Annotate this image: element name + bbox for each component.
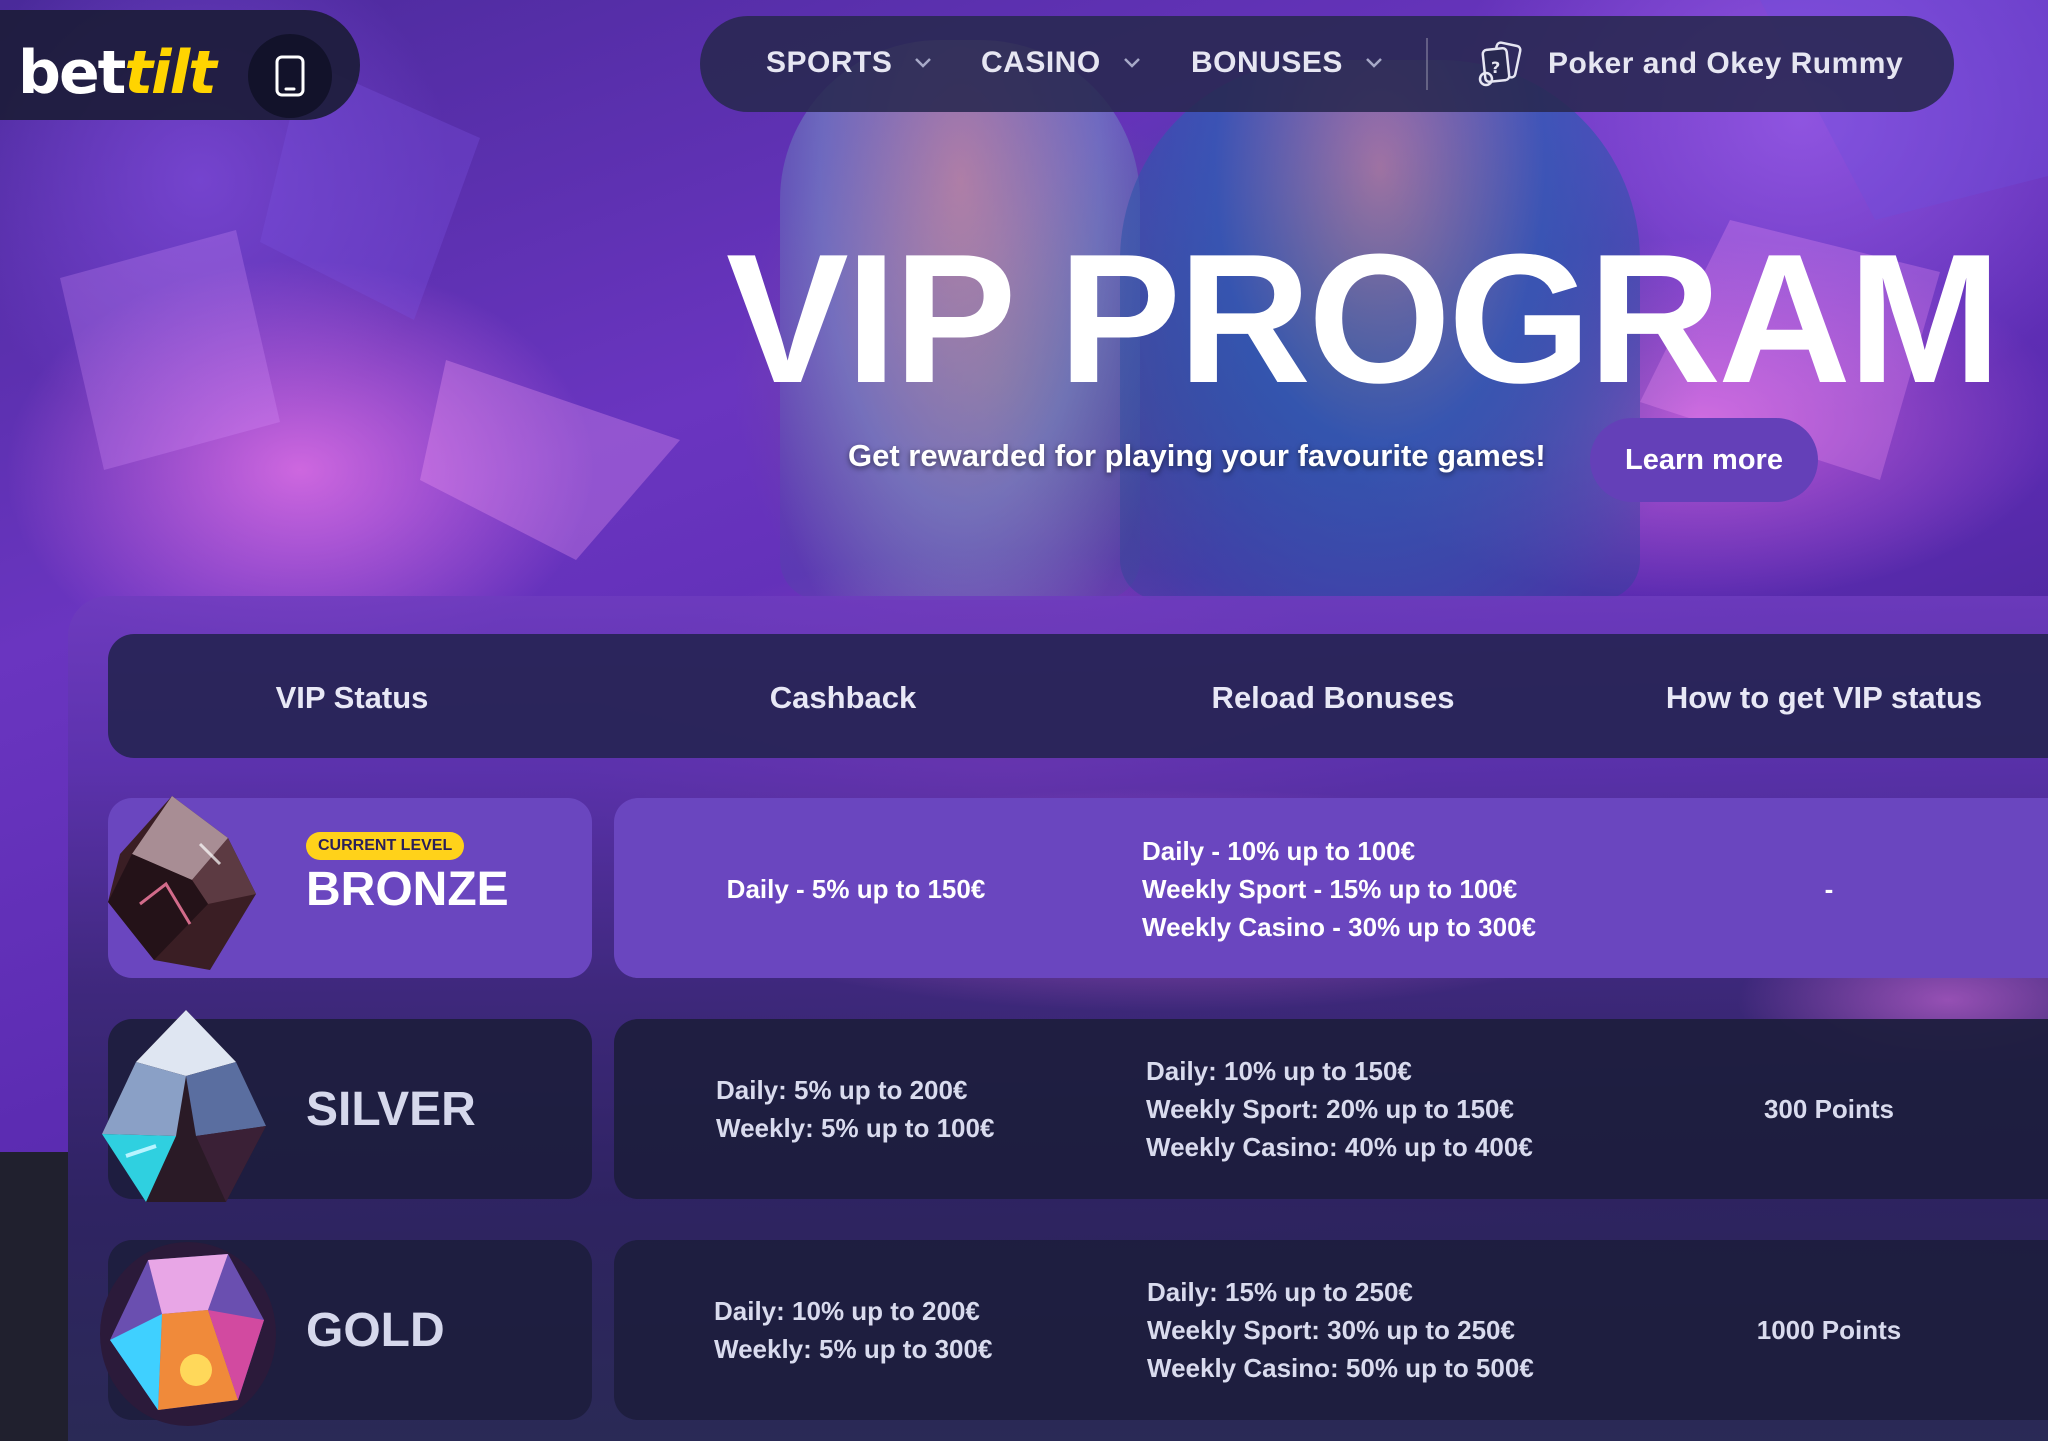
left-edge — [0, 1152, 68, 1441]
header-cashback: Cashback — [769, 680, 917, 715]
logo-text-bet: bet — [18, 38, 126, 108]
nav-casino-label: CASINO — [981, 46, 1101, 79]
cashback-line: Weekly: 5% up to 100€ — [716, 1113, 995, 1143]
main-nav: SPORTS CASINO BONUSES ? Poker and Okey R… — [700, 16, 1954, 112]
nav-sports-label: SPORTS — [766, 46, 893, 79]
nav-bonuses[interactable]: BONUSES — [1191, 46, 1383, 80]
reload-line: Weekly Casino: 50% up to 500€ — [1147, 1353, 1534, 1383]
chevron-down-icon — [1365, 58, 1382, 68]
learn-more-button[interactable]: Learn more — [1590, 418, 1818, 502]
nav-divider — [1426, 38, 1428, 90]
cashback-line: Daily: 5% up to 200€ — [716, 1075, 968, 1105]
reload-line: Weekly Sport: 20% up to 150€ — [1146, 1094, 1514, 1124]
tier-name: SILVER — [306, 1083, 476, 1136]
nav-poker-label: Poker and Okey Rummy — [1548, 47, 1904, 80]
nav-sports[interactable]: SPORTS — [766, 46, 932, 80]
chevron-down-icon — [1123, 58, 1140, 68]
gold-gem-icon — [100, 1242, 276, 1426]
logo-bar: bettilt — [0, 10, 360, 120]
mobile-app-button[interactable] — [248, 34, 332, 118]
reload-line: Weekly Casino: 40% up to 400€ — [1146, 1132, 1533, 1162]
cashback-line: Daily - 5% up to 150€ — [726, 874, 986, 904]
current-level-badge: CURRENT LEVEL — [306, 832, 465, 860]
cashback-line: Daily: 10% up to 200€ — [714, 1296, 980, 1326]
header-how-to-get: How to get VIP status — [1665, 680, 1983, 715]
page: bettilt SPORTS CASINO BONUSES ? Poker an… — [0, 0, 2048, 1441]
header-vip-status: VIP Status — [275, 680, 429, 715]
reload-line: Daily: 10% up to 150€ — [1146, 1056, 1412, 1086]
header-reload-bonuses: Reload Bonuses — [1211, 680, 1455, 715]
poker-cards-icon: ? — [1478, 41, 1522, 87]
bronze-gem-icon — [108, 796, 256, 970]
vip-requirement: 300 Points — [1763, 1094, 1895, 1124]
mobile-phone-icon — [275, 55, 305, 97]
nav-casino[interactable]: CASINO — [981, 46, 1141, 80]
vip-requirement: - — [1824, 874, 1834, 904]
logo-text-tilt: tilt — [124, 38, 216, 108]
tier-name: GOLD — [306, 1304, 445, 1357]
reload-line: Weekly Casino - 30% up to 300€ — [1142, 912, 1536, 942]
reload-line: Weekly Sport: 30% up to 250€ — [1147, 1315, 1515, 1345]
svg-text:?: ? — [1491, 58, 1501, 77]
nav-bonuses-label: BONUSES — [1191, 46, 1343, 79]
reload-line: Daily - 10% up to 100€ — [1142, 836, 1416, 866]
vip-requirement: 1000 Points — [1756, 1315, 1902, 1345]
reload-line: Daily: 15% up to 250€ — [1147, 1277, 1413, 1307]
nav-poker-okey-rummy[interactable]: ? Poker and Okey Rummy — [1476, 38, 1903, 90]
reload-line: Weekly Sport - 15% up to 100€ — [1142, 874, 1518, 904]
chevron-down-icon — [915, 58, 932, 68]
bettilt-logo[interactable]: bettilt — [18, 38, 217, 108]
cashback-line: Weekly: 5% up to 300€ — [714, 1334, 993, 1364]
hero-subtitle: Get rewarded for playing your favourite … — [848, 438, 1546, 473]
table-header: VIP Status Cashback Reload Bonuses How t… — [108, 634, 2048, 758]
silver-gem-icon — [102, 1010, 266, 1202]
page-title: VIP PROGRAM — [726, 215, 2001, 421]
tier-name: BRONZE — [306, 863, 509, 916]
